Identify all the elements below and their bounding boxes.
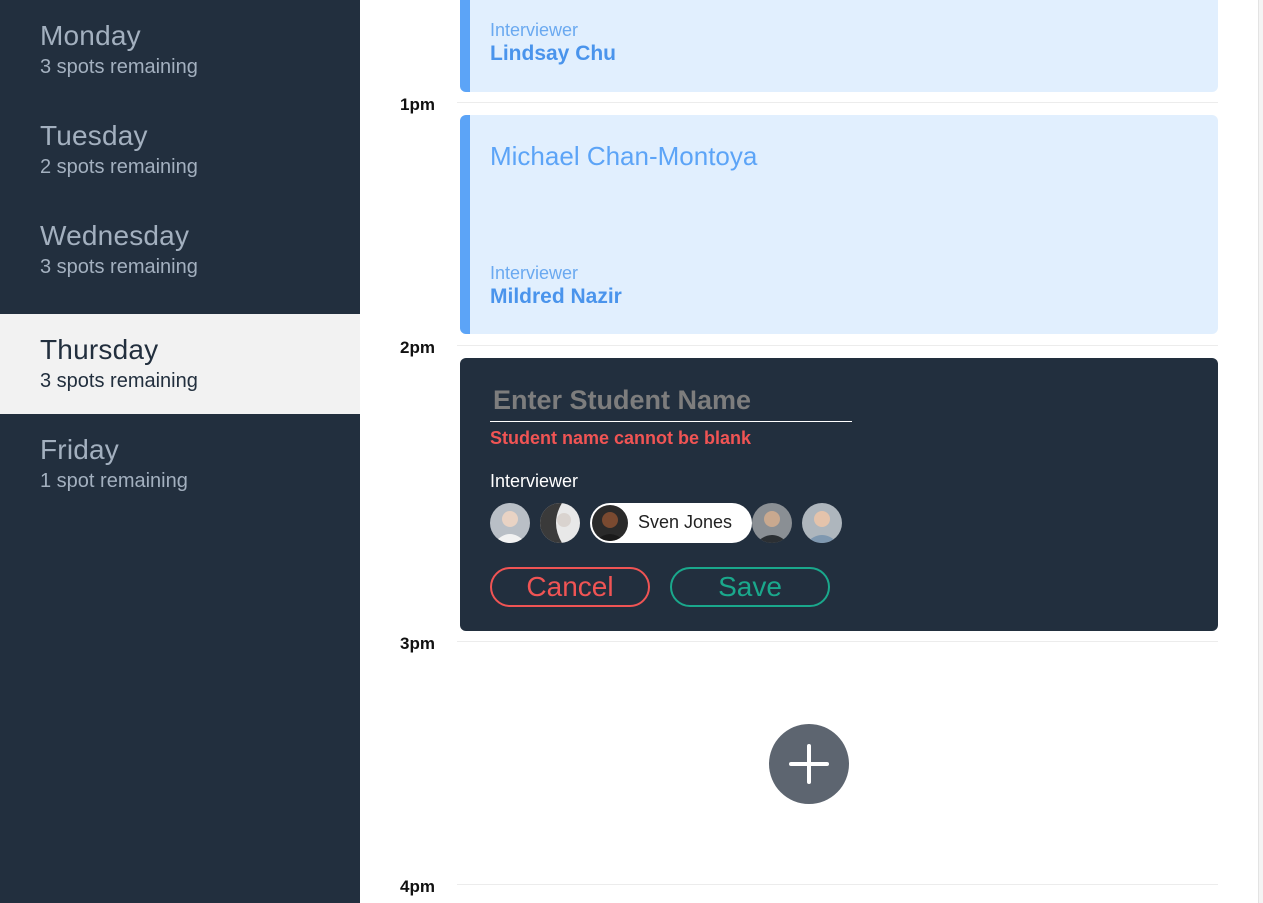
time-label: 2pm xyxy=(400,338,435,357)
spots-remaining: 3 spots remaining xyxy=(40,256,198,278)
time-label: 3pm xyxy=(400,634,435,653)
validation-error: Student name cannot be blank xyxy=(490,428,752,448)
hour-divider xyxy=(457,641,1218,642)
appointment-card: Interviewer Lindsay Chu xyxy=(460,0,1218,92)
day-friday[interactable]: Friday 1 spot remaining xyxy=(0,414,360,514)
hour-divider xyxy=(457,345,1218,346)
spots-remaining: 3 spots remaining xyxy=(40,56,198,78)
hour-divider xyxy=(457,884,1218,885)
interviewer-avatar[interactable] xyxy=(490,503,530,543)
day-name: Monday xyxy=(40,20,141,51)
interviewer-list-label: Interviewer xyxy=(490,471,579,491)
appointment-card: Michael Chan-Montoya Interviewer Mildred… xyxy=(460,115,1218,334)
cancel-button[interactable]: Cancel xyxy=(490,567,650,607)
student-name-input[interactable] xyxy=(490,380,852,422)
day-wednesday[interactable]: Wednesday 3 spots remaining xyxy=(0,200,360,300)
day-monday[interactable]: Monday 3 spots remaining xyxy=(0,0,360,100)
schedule: Interviewer Lindsay Chu 1pm Michael Chan… xyxy=(360,0,1258,903)
avatar-photo-icon xyxy=(592,505,628,541)
interviewer-name: Mildred Nazir xyxy=(490,285,622,308)
scrollbar[interactable] xyxy=(1258,0,1263,903)
day-thursday[interactable]: Thursday 3 spots remaining xyxy=(0,314,360,414)
student-name: Michael Chan-Montoya xyxy=(490,141,758,171)
avatar-photo-icon xyxy=(752,503,792,543)
add-appointment-button[interactable] xyxy=(769,724,849,804)
day-name: Tuesday xyxy=(40,120,148,151)
selected-interviewer-name: Sven Jones xyxy=(638,512,733,532)
avatar-photo-icon xyxy=(540,503,580,543)
hour-divider xyxy=(457,102,1218,103)
avatar-photo-icon xyxy=(490,503,530,543)
appointment-form: Student name cannot be blank Interviewer xyxy=(460,358,1218,631)
sidebar: Monday 3 spots remaining Tuesday 2 spots… xyxy=(0,0,360,903)
interviewer-avatar-selected[interactable]: Sven Jones xyxy=(590,503,752,543)
time-label: 4pm xyxy=(400,877,435,896)
save-button[interactable]: Save xyxy=(670,567,830,607)
interviewer-name: Lindsay Chu xyxy=(490,42,617,65)
day-name: Friday xyxy=(40,434,119,465)
spots-remaining: 3 spots remaining xyxy=(40,370,198,392)
interviewer-avatar[interactable] xyxy=(752,503,792,543)
interviewer-avatar[interactable] xyxy=(802,503,842,543)
interviewer-label: Interviewer xyxy=(490,263,579,283)
interviewer-avatar[interactable] xyxy=(540,503,580,543)
avatar-photo-icon xyxy=(802,503,842,543)
spots-remaining: 1 spot remaining xyxy=(40,470,188,492)
time-label: 1pm xyxy=(400,95,435,114)
spots-remaining: 2 spots remaining xyxy=(40,156,198,178)
day-name: Wednesday xyxy=(40,220,190,251)
interviewer-label: Interviewer xyxy=(490,20,579,40)
day-tuesday[interactable]: Tuesday 2 spots remaining xyxy=(0,100,360,200)
day-name: Thursday xyxy=(40,334,159,365)
plus-icon xyxy=(807,744,811,784)
